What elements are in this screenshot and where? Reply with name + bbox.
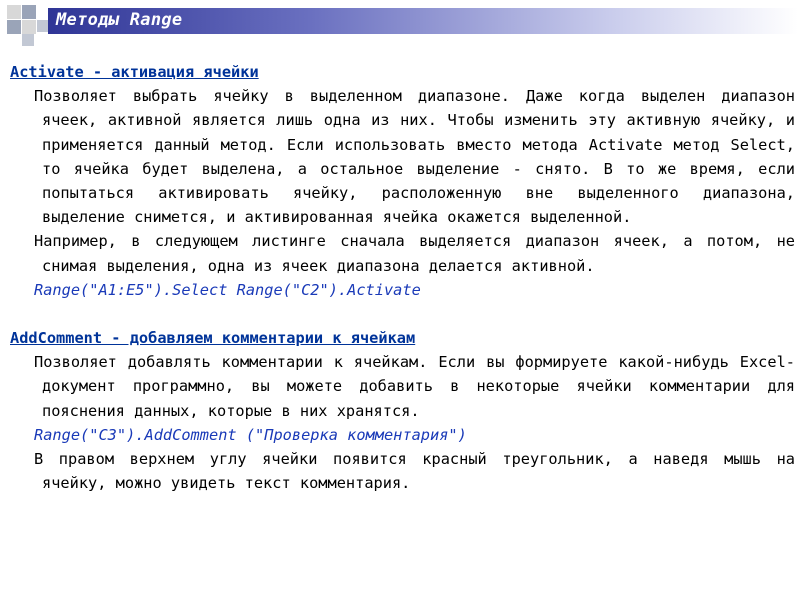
- section-heading-activate: Activate - активация ячейки: [10, 63, 259, 81]
- decor-square: [22, 34, 34, 46]
- section-paragraph: Позволяет выбрать ячейку в выделенном ди…: [34, 87, 795, 227]
- section-heading-addcomment: AddComment - добавляем комментарии к яче…: [10, 329, 416, 348]
- section-paragraph: Позволяет добавлять комментарии к ячейка…: [34, 353, 795, 420]
- code-example: Range("C3").AddComment ("Проверка коммен…: [34, 425, 467, 444]
- slide-content: Activate - активация ячейки Позволяет вы…: [10, 60, 795, 495]
- decor-square: [7, 20, 21, 34]
- decor-square: [7, 5, 21, 19]
- decor-square: [22, 20, 36, 34]
- section-paragraph: Например, в следующем листинге сначала в…: [34, 232, 795, 275]
- decor-square: [22, 5, 36, 19]
- code-example: Range("A1:E5").Select Range("C2").Activa…: [34, 280, 421, 299]
- title-bar: Методы Range: [48, 8, 798, 34]
- section-paragraph: В правом верхнем углу ячейки появится кр…: [34, 450, 795, 493]
- slide-title: Методы Range: [56, 10, 183, 30]
